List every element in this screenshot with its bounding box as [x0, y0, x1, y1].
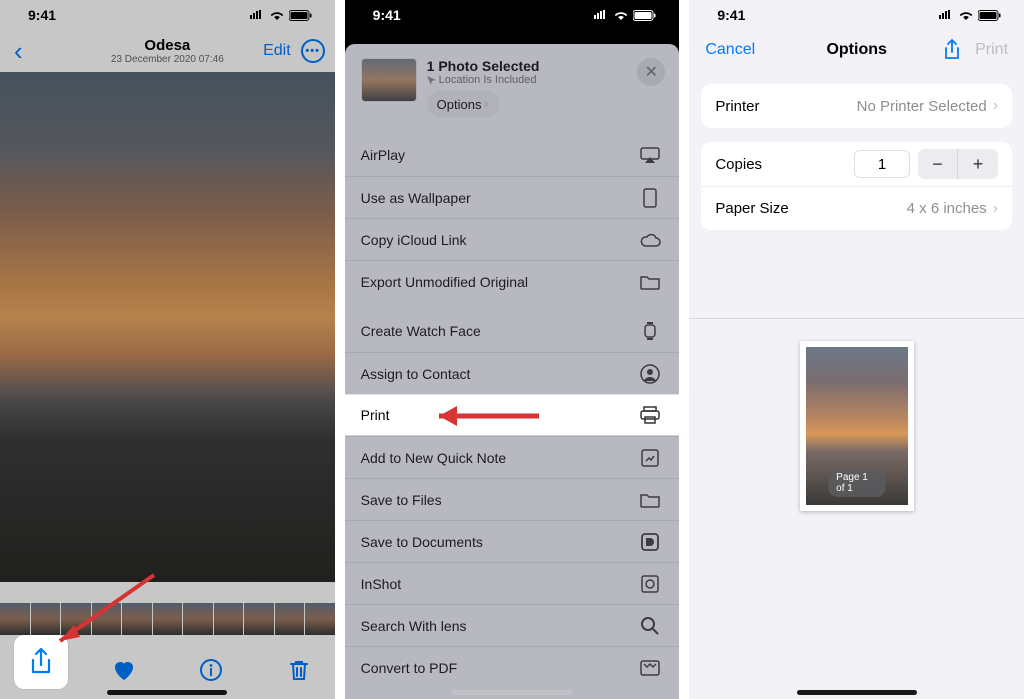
- selected-photo-thumb: [361, 58, 417, 102]
- printer-icon: [637, 406, 663, 424]
- copies-row: Copies 1 − +: [701, 142, 1012, 186]
- action-wallpaper[interactable]: Use as Wallpaper: [345, 176, 680, 218]
- action-search-lens[interactable]: Search With lens: [345, 604, 680, 646]
- status-icons: [249, 10, 313, 21]
- thumbnail[interactable]: [305, 603, 335, 635]
- more-options-button[interactable]: •••: [301, 39, 325, 63]
- action-watch-face[interactable]: Create Watch Face: [345, 310, 680, 352]
- trash-button[interactable]: [285, 656, 313, 684]
- print-preview: Page 1 of 1: [689, 318, 1024, 699]
- cancel-button[interactable]: Cancel: [705, 41, 755, 59]
- status-time: 9:41: [373, 7, 401, 23]
- print-button-disabled: Print: [975, 41, 1008, 59]
- thumbnail[interactable]: [214, 603, 244, 635]
- settings-group: Copies 1 − + Paper Size 4 x 6 inches ›: [701, 142, 1012, 230]
- status-icons: [593, 10, 657, 21]
- action-assign-contact[interactable]: Assign to Contact: [345, 352, 680, 394]
- nav-bar: ‹ Odesa 23 December 2020 07:46 Edit •••: [0, 30, 335, 72]
- sunset-image: [0, 72, 335, 582]
- share-button[interactable]: [943, 39, 961, 61]
- printer-row[interactable]: Printer No Printer Selected ›: [701, 84, 1012, 128]
- printer-value: No Printer Selected: [857, 98, 987, 115]
- chevron-right-icon: ›: [483, 95, 488, 113]
- home-indicator[interactable]: [107, 690, 227, 695]
- copies-stepper: − +: [918, 149, 998, 179]
- status-bar: 9:41: [0, 0, 335, 30]
- action-quick-note[interactable]: Add to New Quick Note: [345, 436, 680, 478]
- thumbnail[interactable]: [153, 603, 183, 635]
- page-preview[interactable]: Page 1 of 1: [800, 341, 914, 511]
- info-button[interactable]: [197, 656, 225, 684]
- home-indicator[interactable]: [797, 690, 917, 695]
- share-sheet: 1 Photo Selected Location Is Included Op…: [345, 44, 680, 699]
- inshot-icon: [637, 575, 663, 593]
- favorite-button[interactable]: [110, 656, 138, 684]
- options-title: Options: [826, 41, 886, 59]
- action-icloud-link[interactable]: Copy iCloud Link: [345, 218, 680, 260]
- thumbnail[interactable]: [0, 603, 30, 635]
- paper-size-value: 4 x 6 inches: [907, 200, 987, 217]
- copies-field[interactable]: 1: [854, 150, 910, 178]
- share-title: 1 Photo Selected: [427, 58, 540, 74]
- action-convert-pdf[interactable]: Convert to PDF: [345, 646, 680, 688]
- printer-group: Printer No Printer Selected ›: [701, 84, 1012, 128]
- chevron-right-icon: ›: [993, 97, 998, 115]
- stepper-decrement[interactable]: −: [918, 149, 958, 179]
- action-inshot[interactable]: InShot: [345, 562, 680, 604]
- paper-size-label: Paper Size: [715, 200, 788, 217]
- print-options-screen: 9:41 Cancel Options Print Printer No Pri…: [689, 0, 1024, 699]
- chevron-right-icon: ›: [993, 200, 998, 218]
- status-bar: 9:41: [345, 0, 680, 30]
- action-save-documents[interactable]: Save to Documents: [345, 520, 680, 562]
- close-button[interactable]: ✕: [637, 58, 665, 86]
- pdf-icon: [637, 660, 663, 676]
- nav-bar: Cancel Options Print: [689, 30, 1024, 70]
- share-sheet-screen: 9:41 1 Photo Selected Location Is Includ…: [345, 0, 680, 699]
- action-save-files[interactable]: Save to Files: [345, 478, 680, 520]
- quick-note-icon: [637, 449, 663, 467]
- status-time: 9:41: [717, 7, 745, 23]
- paper-size-row[interactable]: Paper Size 4 x 6 inches ›: [701, 186, 1012, 230]
- stepper-increment[interactable]: +: [958, 149, 998, 179]
- back-button[interactable]: ‹: [10, 36, 27, 67]
- page-indicator: Page 1 of 1: [828, 469, 885, 497]
- location-icon: [427, 76, 436, 85]
- printer-label: Printer: [715, 98, 759, 115]
- phone-icon: [637, 188, 663, 208]
- contact-icon: [637, 364, 663, 384]
- cloud-link-icon: [637, 233, 663, 247]
- annotation-arrow: [46, 573, 156, 653]
- copies-label: Copies: [715, 156, 762, 173]
- search-icon: [637, 617, 663, 635]
- airplay-icon: [637, 147, 663, 163]
- annotation-arrow: [421, 402, 541, 430]
- thumbnail[interactable]: [244, 603, 274, 635]
- status-time: 9:41: [28, 7, 56, 23]
- action-airplay[interactable]: AirPlay: [345, 134, 680, 176]
- status-icons: [938, 10, 1002, 21]
- photos-detail-screen: 9:41 ‹ Odesa 23 December 2020 07:46 Edit…: [0, 0, 335, 699]
- status-bar: 9:41: [689, 0, 1024, 30]
- share-options-button[interactable]: Options ›: [427, 90, 499, 118]
- action-export-original[interactable]: Export Unmodified Original: [345, 260, 680, 302]
- photo-preview[interactable]: [0, 72, 335, 582]
- share-subtitle: Location Is Included: [427, 74, 540, 86]
- edit-button[interactable]: Edit: [263, 42, 291, 60]
- thumbnail[interactable]: [183, 603, 213, 635]
- folder-icon: [637, 274, 663, 290]
- documents-icon: [637, 533, 663, 551]
- home-indicator[interactable]: [452, 690, 572, 695]
- folder-icon: [637, 492, 663, 508]
- thumbnail[interactable]: [275, 603, 305, 635]
- watch-icon: [637, 321, 663, 341]
- share-sheet-header: 1 Photo Selected Location Is Included Op…: [345, 44, 680, 128]
